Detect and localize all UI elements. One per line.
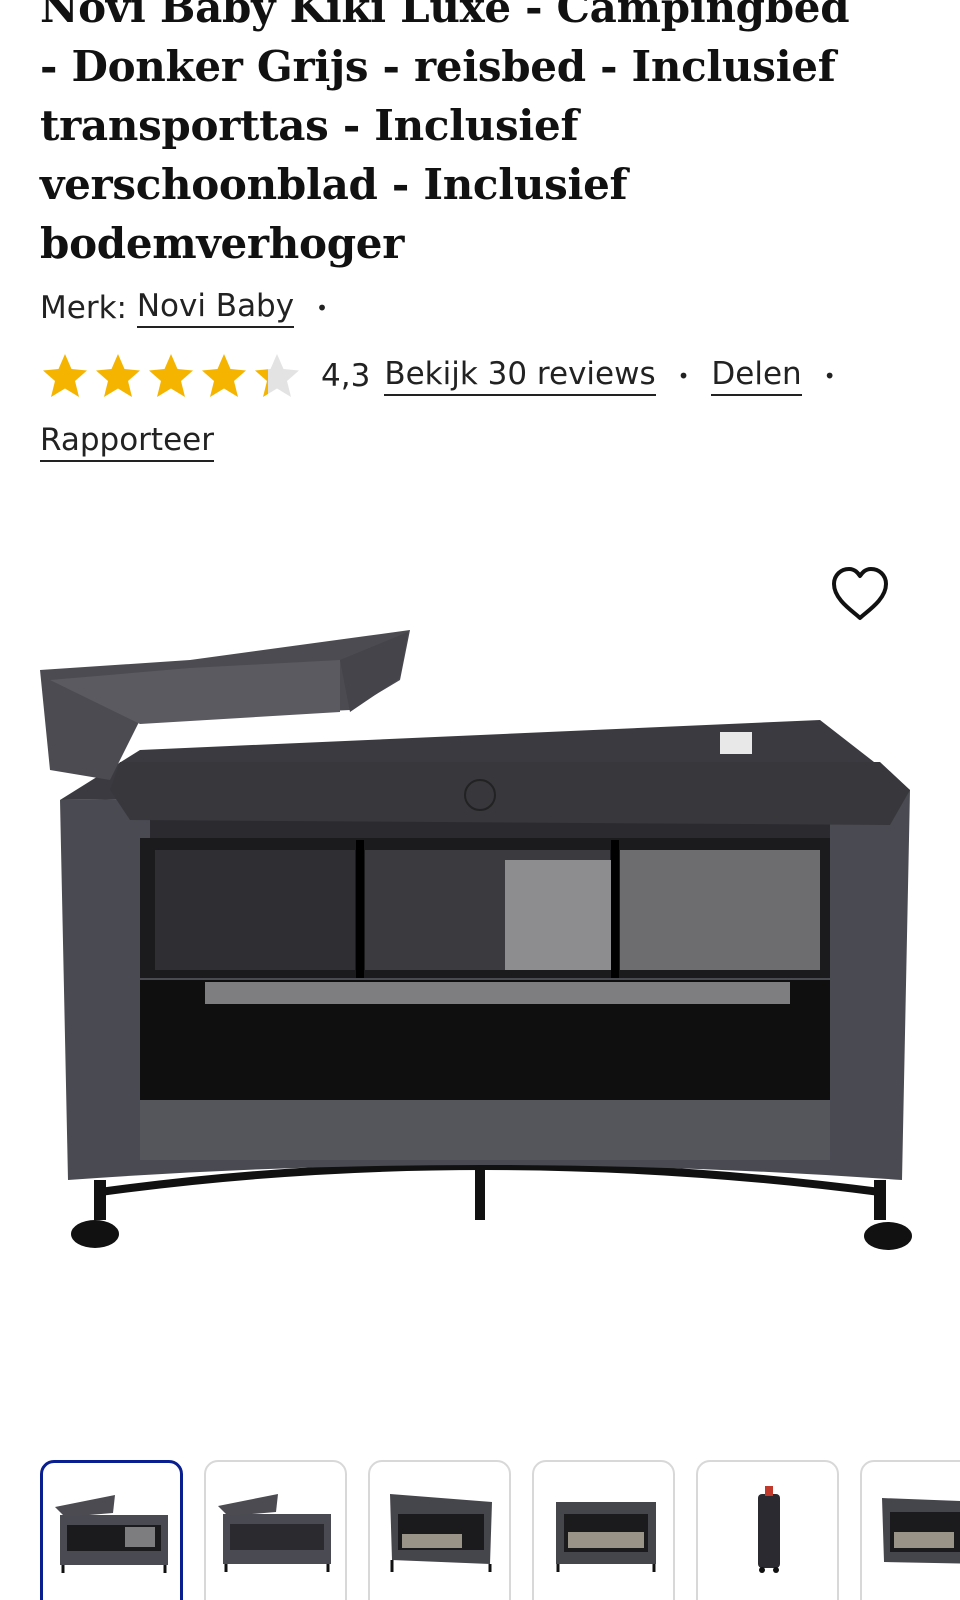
main-product-image[interactable] <box>40 620 930 1290</box>
thumbnail-2[interactable] <box>204 1460 347 1600</box>
thumbnail-6[interactable] <box>860 1460 960 1600</box>
brand-label: Merk: <box>40 290 127 326</box>
rating-row: 4,3 Bekijk 30 reviews • Delen • <box>40 352 857 400</box>
brand-row: Merk: Novi Baby • <box>40 288 350 328</box>
separator-dot: • <box>823 364 836 388</box>
report-row: Rapporteer <box>40 422 214 462</box>
rating-stars[interactable] <box>40 352 305 400</box>
star-icon <box>43 354 87 397</box>
separator-dot: • <box>316 296 328 320</box>
star-icon <box>255 354 299 397</box>
report-link[interactable]: Rapporteer <box>40 422 214 462</box>
thumbnail-4[interactable] <box>532 1460 675 1600</box>
share-link[interactable]: Delen <box>711 356 802 396</box>
star-icon <box>96 354 140 397</box>
brand-link[interactable]: Novi Baby <box>136 288 295 328</box>
thumbnail-3[interactable] <box>368 1460 511 1600</box>
thumbnail-image <box>882 1498 960 1564</box>
product-title-line: transporttas - Inclusief <box>40 101 579 150</box>
separator-dot: • <box>677 364 690 388</box>
thumbnail-image <box>758 1486 780 1573</box>
product-title-line: - Donker Grijs - reisbed - Inclusief <box>40 42 836 91</box>
star-icon <box>149 354 193 397</box>
thumbnail-image <box>556 1502 656 1572</box>
thumbnail-5[interactable] <box>696 1460 839 1600</box>
thumbnail-image <box>218 1494 331 1572</box>
thumbnail-image <box>55 1495 168 1573</box>
product-title-line: bodemverhoger <box>40 219 405 268</box>
thumbnail-strip <box>40 1460 960 1600</box>
product-title-line: Novi Baby Kiki Luxe - Campingbed <box>40 0 850 32</box>
rating-value: 4,3 <box>321 358 371 394</box>
reviews-link[interactable]: Bekijk 30 reviews <box>384 356 656 396</box>
star-icon <box>202 354 246 397</box>
thumbnail-1[interactable] <box>40 1460 183 1600</box>
product-title: Novi Baby Kiki Luxe - Campingbed - Donke… <box>40 0 940 273</box>
product-title-line: verschoonblad - Inclusief <box>40 160 628 209</box>
thumbnail-image <box>390 1494 492 1572</box>
heart-outline-icon[interactable] <box>828 564 892 624</box>
